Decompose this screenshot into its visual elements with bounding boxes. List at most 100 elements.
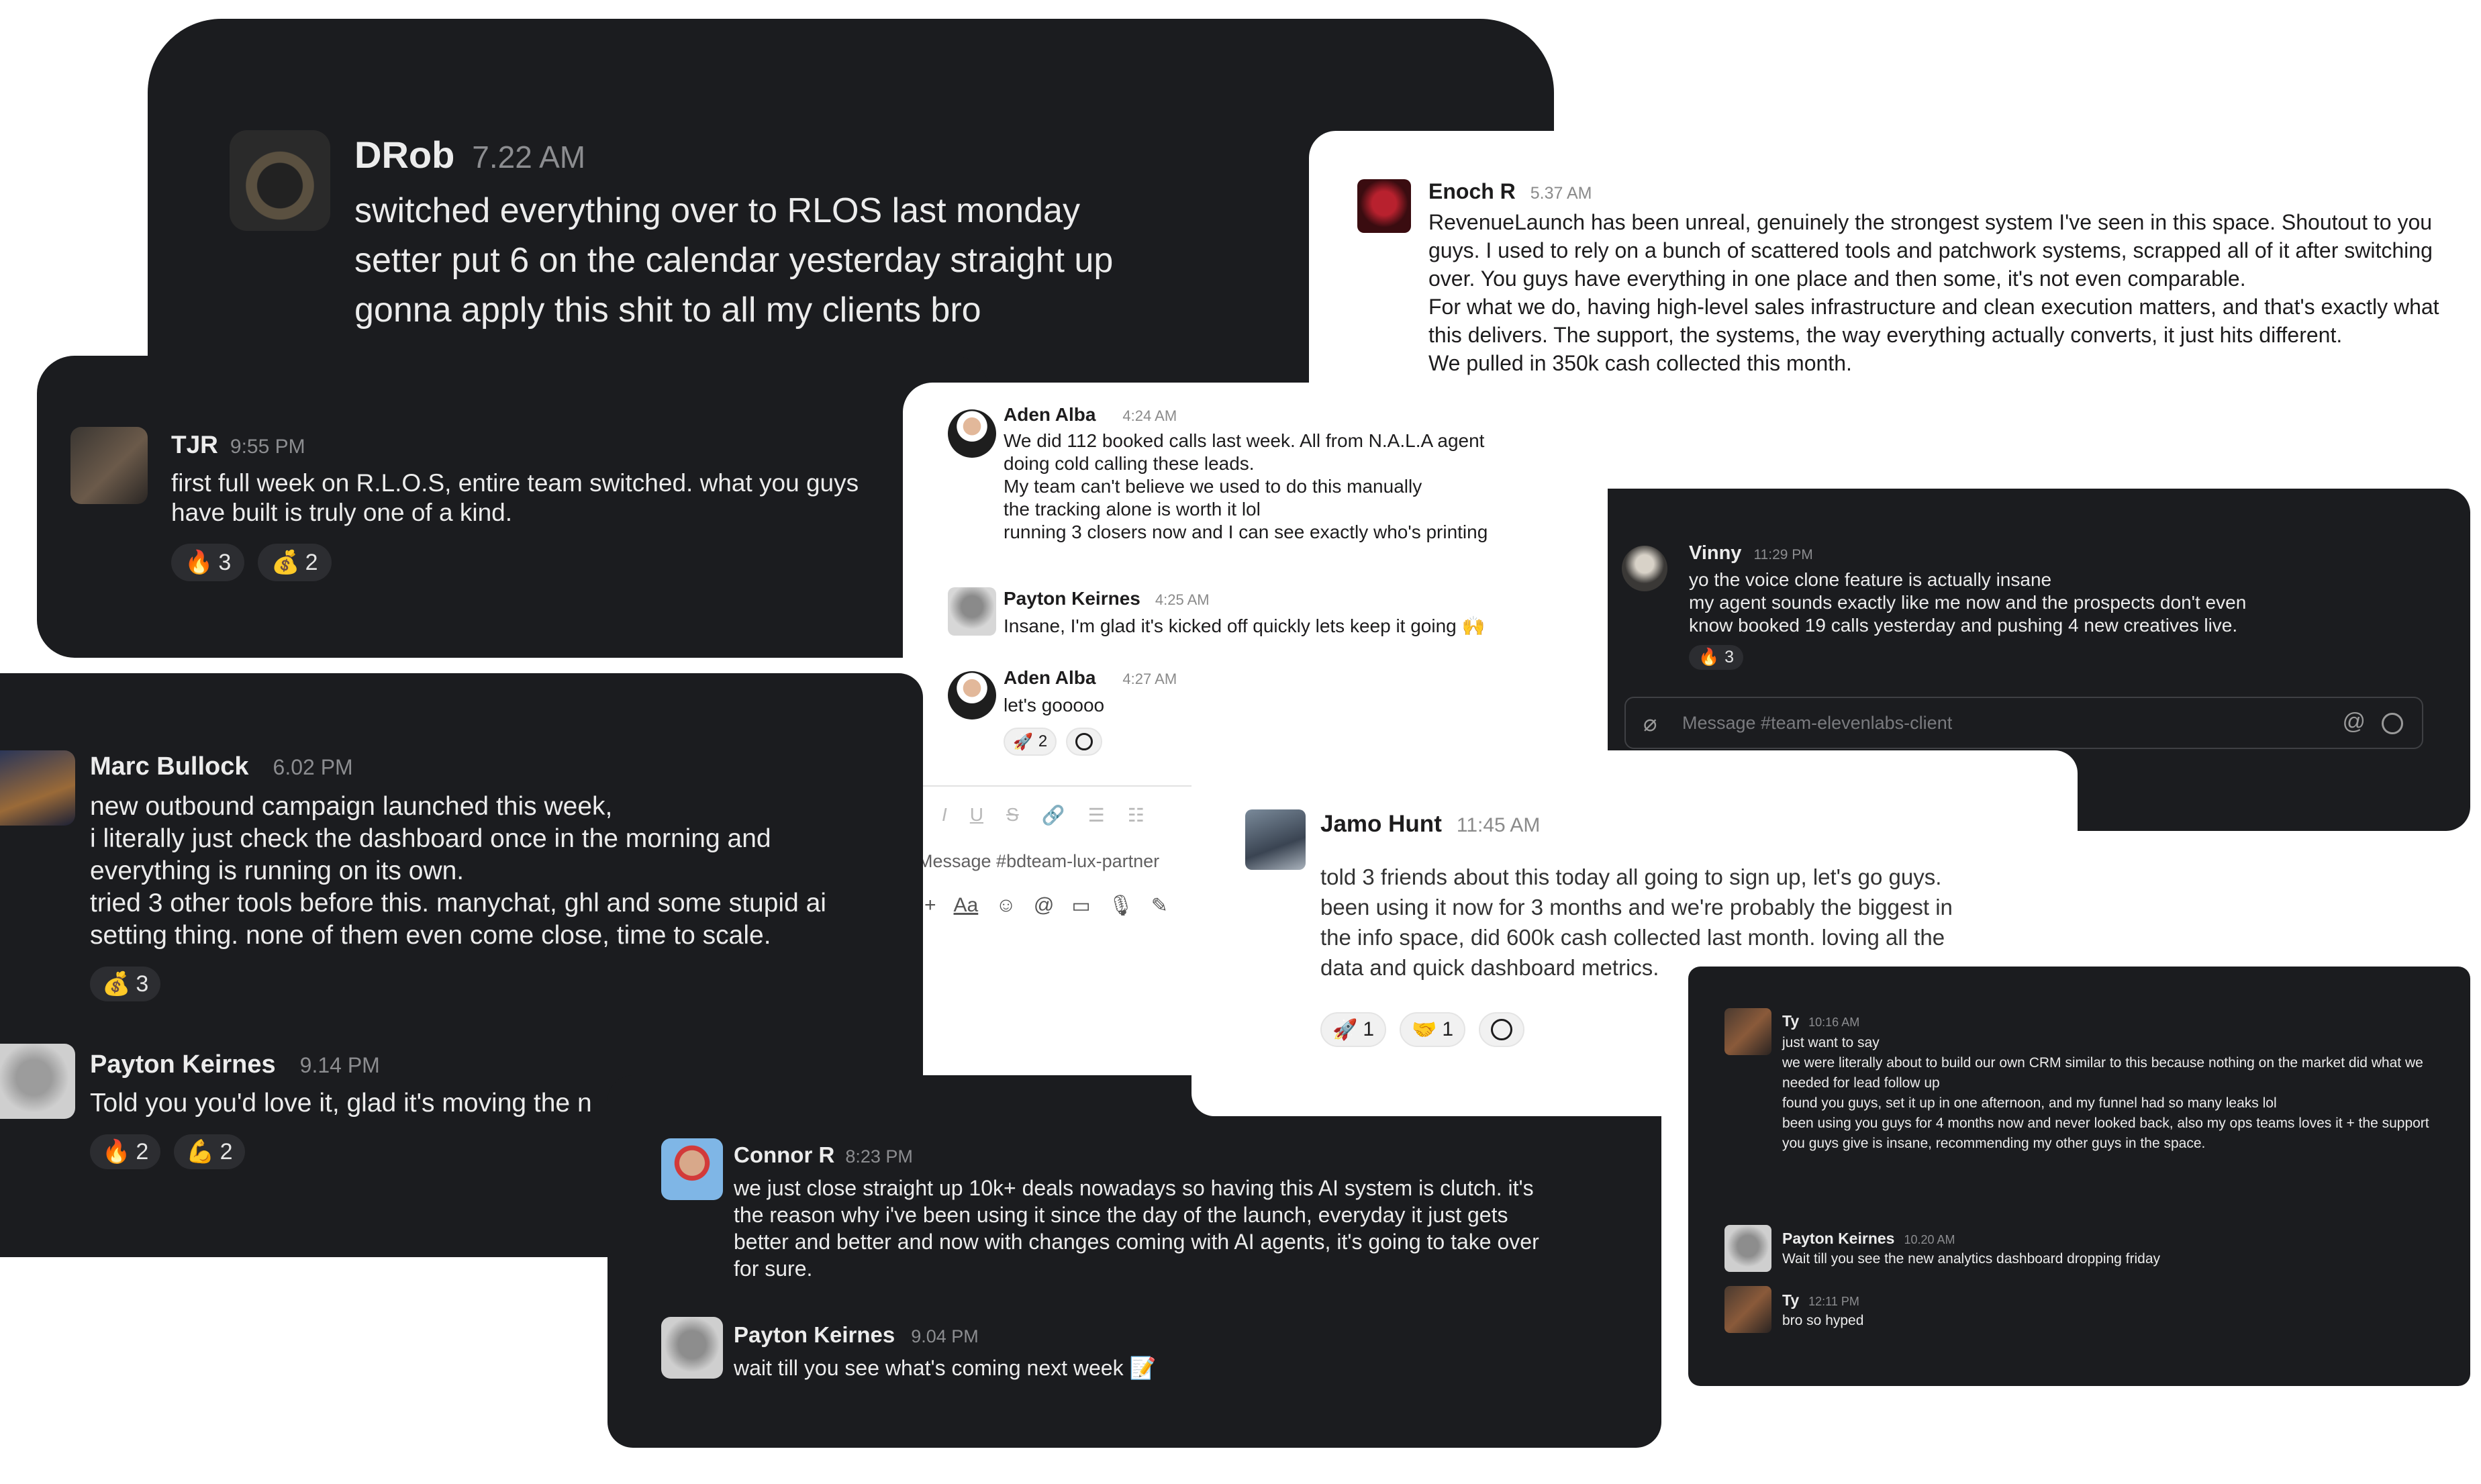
avatar[interactable] (0, 1044, 75, 1119)
reaction-fire[interactable]: 🔥 2 (90, 1134, 161, 1169)
message-text: Wait till you see the new analytics dash… (1782, 1251, 2161, 1267)
mention-icon[interactable]: @ (1034, 894, 1054, 918)
avatar[interactable] (70, 427, 148, 504)
timestamp: 9.04 PM (911, 1326, 979, 1346)
author-name[interactable]: Payton Keirnes (1782, 1230, 1894, 1248)
avatar[interactable] (948, 671, 996, 720)
italic-icon[interactable]: I (942, 804, 947, 826)
message: Aden Alba 4:27 AM let's gooooo 🚀 2 (1004, 667, 1177, 756)
avatar[interactable] (948, 587, 996, 636)
avatar[interactable] (1724, 1008, 1771, 1055)
format-text-icon[interactable]: Aa (954, 894, 979, 918)
message: Aden Alba 4:24 AM We did 112 booked call… (1004, 404, 1594, 544)
reaction-count: 2 (136, 1138, 149, 1165)
reaction-rocket[interactable]: 🚀 2 (1004, 728, 1057, 756)
strikethrough-icon[interactable]: S (1006, 804, 1019, 826)
timestamp: 4:25 AM (1155, 591, 1210, 608)
emoji-picker-icon[interactable] (2382, 713, 2403, 734)
reaction-money-bag[interactable]: 💰 3 (90, 967, 161, 1001)
author-name[interactable]: Payton Keirnes (1004, 588, 1140, 609)
shortcut-icon[interactable]: ✎ (1151, 894, 1168, 918)
reaction-flexed-biceps[interactable]: 💪 2 (174, 1134, 245, 1169)
message: Payton Keirnes 10.20 AM Wait till you se… (1782, 1230, 2160, 1269)
message-composer[interactable]: ⌀ Message #team-elevenlabs-client @ (1624, 697, 2423, 749)
reaction-money-bag[interactable]: 💰 2 (258, 544, 332, 581)
message-text: Told you you'd love it, glad it's moving… (90, 1089, 592, 1118)
avatar[interactable] (1622, 546, 1667, 591)
reaction-fire[interactable]: 🔥 3 (171, 544, 245, 581)
timestamp: 4:24 AM (1122, 407, 1177, 424)
reaction-handshake[interactable]: 🤝 1 (1400, 1012, 1466, 1047)
reaction-fire[interactable]: 🔥 3 (1689, 645, 1744, 670)
reaction-rocket[interactable]: 🚀 1 (1320, 1012, 1387, 1047)
timestamp: 8:23 PM (845, 1146, 913, 1167)
bulleted-list-icon[interactable]: ☷ (1128, 804, 1145, 826)
numbered-list-icon[interactable]: ☰ (1088, 804, 1105, 826)
message: Connor R 8:23 PM we just close straight … (734, 1142, 1559, 1282)
reactions: 🚀 2 (1004, 728, 1177, 756)
avatar[interactable] (1245, 809, 1306, 870)
message-text: switched everything over to RLOS last mo… (354, 191, 1114, 330)
underline-icon[interactable]: U (970, 804, 983, 826)
timestamp: 10.20 AM (1904, 1233, 1955, 1246)
avatar[interactable] (230, 130, 330, 231)
fire-icon: 🔥 (1698, 648, 1720, 666)
timestamp: 7.22 AM (472, 140, 586, 175)
author-name[interactable]: Vinny (1689, 542, 1741, 564)
author-name[interactable]: DRob (354, 133, 454, 177)
author-name[interactable]: TJR (171, 431, 218, 459)
author-name[interactable]: Payton Keirnes (734, 1322, 895, 1348)
message-text: new outbound campaign launched this week… (90, 792, 826, 950)
avatar[interactable] (1724, 1225, 1771, 1272)
author-name[interactable]: Connor R (734, 1142, 834, 1168)
author-name[interactable]: Payton Keirnes (90, 1050, 276, 1079)
message-text: we just close straight up 10k+ deals now… (734, 1176, 1539, 1281)
mention-icon[interactable]: @ (2342, 709, 2366, 735)
tjr-card: TJR 9:55 PM first full week on R.L.O.S, … (37, 356, 990, 658)
author-name[interactable]: Enoch R (1428, 179, 1516, 204)
message: TJR 9:55 PM first full week on R.L.O.S, … (171, 431, 916, 581)
author-name[interactable]: Aden Alba (1004, 404, 1096, 426)
message: Ty 12:11 PM bro so hyped (1782, 1291, 1863, 1331)
add-reaction-button[interactable] (1066, 728, 1103, 756)
timestamp: 5.37 AM (1530, 184, 1592, 203)
link-icon[interactable]: 🔗 (1042, 804, 1065, 826)
message: Payton Keirnes 9.14 PM Told you you'd lo… (90, 1050, 592, 1169)
avatar[interactable] (1724, 1286, 1771, 1333)
message: DRob 7.22 AM switched everything over to… (354, 133, 1113, 335)
author-name[interactable]: Marc Bullock (90, 752, 249, 781)
avatar[interactable] (0, 750, 75, 826)
composer-placeholder[interactable]: Message #bdteam-lux-partner (918, 851, 1159, 872)
avatar[interactable] (1357, 179, 1411, 233)
emoji-icon[interactable]: ☺ (995, 894, 1016, 918)
author-name[interactable]: Aden Alba (1004, 667, 1096, 689)
message-text: told 3 friends about this today all goin… (1320, 864, 1953, 980)
message: Payton Keirnes 4:25 AM Insane, I'm glad … (1004, 588, 1485, 638)
microphone-icon[interactable]: 🎙 (1108, 894, 1134, 918)
message-text: We did 112 booked calls last week. All f… (1004, 430, 1488, 542)
avatar[interactable] (661, 1138, 723, 1200)
author-name[interactable]: Jamo Hunt (1320, 811, 1442, 838)
author-name[interactable]: Ty (1782, 1291, 1799, 1309)
timestamp: 6.02 PM (273, 755, 353, 779)
plus-icon[interactable]: + (924, 894, 936, 918)
avatar[interactable] (661, 1317, 723, 1379)
message: Marc Bullock 6.02 PM new outbound campai… (90, 752, 916, 1001)
paperclip-icon[interactable]: ⌀ (1643, 710, 1657, 737)
message-text: just want to say we were literally about… (1782, 1035, 2429, 1151)
add-reaction-icon (1491, 1019, 1513, 1040)
message: Payton Keirnes 9.04 PM wait till you see… (734, 1322, 1156, 1381)
composer-placeholder[interactable]: Message #team-elevenlabs-client (1682, 713, 1952, 734)
message-text: Insane, I'm glad it's kicked off quickly… (1004, 615, 1486, 636)
reactions: 💰 3 (90, 967, 916, 1001)
add-reaction-button[interactable] (1479, 1012, 1525, 1047)
message: Enoch R 5.37 AM RevenueLaunch has been u… (1428, 179, 2449, 377)
avatar[interactable] (948, 409, 996, 458)
money-bag-icon: 💰 (271, 550, 300, 575)
fire-icon: 🔥 (185, 550, 213, 575)
message-text: bro so hyped (1782, 1313, 1864, 1328)
video-icon[interactable]: ▭ (1071, 894, 1090, 918)
timestamp: 4:27 AM (1122, 671, 1177, 687)
reaction-count: 3 (136, 971, 149, 997)
author-name[interactable]: Ty (1782, 1012, 1799, 1030)
